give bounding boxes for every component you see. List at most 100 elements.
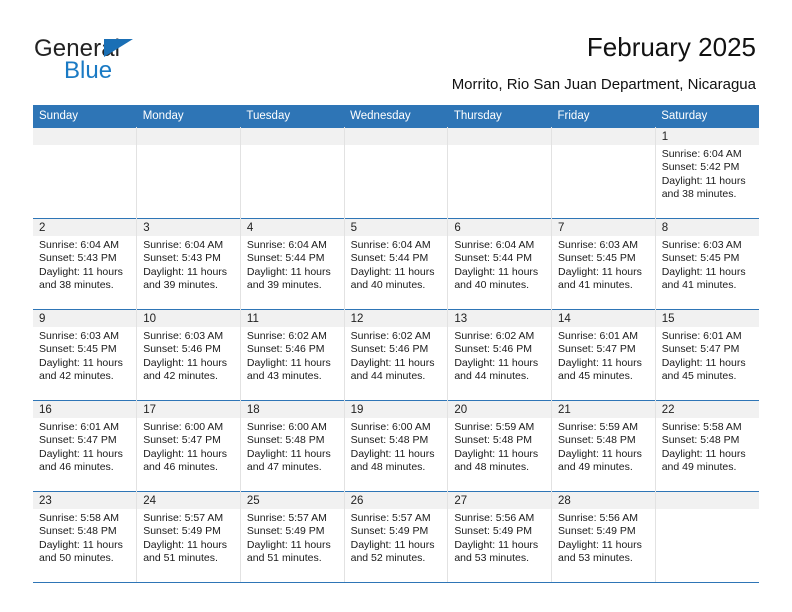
sunset-text: Sunset: 5:45 PM: [661, 252, 740, 265]
weekday-header-saturday: Saturday: [655, 105, 759, 128]
calendar-day-cell[interactable]: 20 Sunrise: 5:59 AM Sunset: 5:48 PM Dayligh…: [447, 400, 553, 492]
calendar-day-cell[interactable]: 15 Sunrise: 6:01 AM Sunset: 5:47 PM Dayligh…: [655, 309, 759, 401]
day-number: 6: [448, 219, 552, 236]
calendar-day-cell[interactable]: 23 Sunrise: 5:58 AM Sunset: 5:48 PM Dayligh…: [33, 491, 138, 583]
day-sun-info: Sunrise: 5:59 AM Sunset: 5:48 PM Daylight:…: [448, 418, 551, 475]
calendar-day-cell[interactable]: 2 Sunrise: 6:04 AM Sunset: 5:43 PM Daylight…: [33, 218, 138, 310]
day-number: 20: [448, 401, 552, 418]
weekday-header-sunday: Sunday: [33, 105, 137, 128]
day-number: 25: [240, 492, 344, 509]
day-sun-info: Sunrise: 6:03 AM Sunset: 5:46 PM Daylight:…: [137, 327, 240, 384]
day-sun-info: Sunrise: 6:04 AM Sunset: 5:43 PM Daylight:…: [137, 236, 240, 293]
day-number: 17: [137, 401, 240, 418]
calendar-day-cell[interactable]: 27 Sunrise: 5:56 AM Sunset: 5:49 PM Dayligh…: [447, 491, 553, 583]
calendar-day-cell[interactable]: 11 Sunrise: 6:02 AM Sunset: 5:46 PM Dayligh…: [240, 309, 345, 401]
day-sun-info: Sunrise: 6:03 AM Sunset: 5:45 PM Daylight:…: [552, 236, 655, 293]
calendar-day-cell[interactable]: 1 Sunrise: 6:04 AM Sunset: 5:42 PM Daylight…: [655, 127, 759, 219]
day-number: 12: [344, 310, 448, 327]
sunrise-text: Sunrise: 6:00 AM: [246, 421, 327, 433]
daylight-text: Daylight: 11 hours and 40 minutes.: [350, 265, 435, 292]
sunrise-text: Sunrise: 6:01 AM: [39, 421, 119, 433]
calendar-day-cell[interactable]: 21 Sunrise: 5:59 AM Sunset: 5:48 PM Dayligh…: [551, 400, 656, 492]
sunrise-text: Sunrise: 5:57 AM: [246, 512, 327, 524]
day-sun-info: Sunrise: 6:00 AM Sunset: 5:48 PM Daylight:…: [345, 418, 448, 475]
day-number: 4: [240, 219, 344, 236]
calendar-day-cell[interactable]: 25 Sunrise: 5:57 AM Sunset: 5:49 PM Dayligh…: [240, 491, 345, 583]
day-sun-info: Sunrise: 5:59 AM Sunset: 5:48 PM Daylight:…: [552, 418, 655, 475]
calendar-day-cell-empty: [33, 127, 138, 219]
calendar-day-cell[interactable]: 18 Sunrise: 6:00 AM Sunset: 5:48 PM Dayligh…: [240, 400, 345, 492]
sunset-text: Sunset: 5:48 PM: [661, 434, 740, 447]
sunset-text: Sunset: 5:46 PM: [246, 343, 325, 356]
daylight-text: Daylight: 11 hours and 39 minutes.: [143, 265, 228, 292]
calendar-day-cell[interactable]: 26 Sunrise: 5:57 AM Sunset: 5:49 PM Dayligh…: [344, 491, 449, 583]
day-sun-info: Sunrise: 5:56 AM Sunset: 5:49 PM Daylight:…: [552, 509, 655, 566]
sunrise-text: Sunrise: 5:59 AM: [558, 421, 638, 433]
sunrise-text: Sunrise: 6:04 AM: [661, 148, 742, 160]
calendar-day-cell-empty: [655, 491, 759, 583]
day-number: 10: [137, 310, 240, 327]
sunset-text: Sunset: 5:46 PM: [350, 343, 429, 356]
sunset-text: Sunset: 5:49 PM: [558, 525, 636, 538]
calendar-week-row: 2 Sunrise: 6:04 AM Sunset: 5:43 PM Daylight…: [33, 218, 759, 310]
calendar-page: General Blue February 2025 Morrito, Rio …: [0, 0, 792, 612]
calendar-day-cell[interactable]: 22 Sunrise: 5:58 AM Sunset: 5:48 PM Dayligh…: [655, 400, 759, 492]
day-sun-info: Sunrise: 6:03 AM Sunset: 5:45 PM Daylight:…: [656, 236, 759, 293]
calendar-week-row: 23 Sunrise: 5:58 AM Sunset: 5:48 PM Dayligh…: [33, 491, 759, 583]
calendar-day-cell[interactable]: 17 Sunrise: 6:00 AM Sunset: 5:47 PM Dayligh…: [136, 400, 241, 492]
daylight-text: Daylight: 11 hours and 42 minutes.: [143, 356, 228, 383]
daylight-text: Daylight: 11 hours and 45 minutes.: [661, 356, 746, 383]
calendar-day-cell[interactable]: 14 Sunrise: 6:01 AM Sunset: 5:47 PM Dayligh…: [551, 309, 656, 401]
calendar-day-cell[interactable]: 3 Sunrise: 6:04 AM Sunset: 5:43 PM Daylight…: [136, 218, 241, 310]
sunset-text: Sunset: 5:48 PM: [350, 434, 429, 447]
day-number: 2: [33, 219, 137, 236]
weekday-header-wednesday: Wednesday: [344, 105, 448, 128]
sunset-text: Sunset: 5:49 PM: [350, 525, 429, 538]
calendar-day-cell[interactable]: 19 Sunrise: 6:00 AM Sunset: 5:48 PM Dayligh…: [344, 400, 449, 492]
calendar-day-cell[interactable]: 24 Sunrise: 5:57 AM Sunset: 5:49 PM Dayligh…: [136, 491, 241, 583]
daylight-text: Daylight: 11 hours and 49 minutes.: [661, 447, 746, 474]
day-number: 22: [655, 401, 759, 418]
sunrise-text: Sunrise: 6:02 AM: [350, 330, 431, 342]
day-sun-info: Sunrise: 6:03 AM Sunset: 5:45 PM Daylight:…: [33, 327, 136, 384]
sunrise-text: Sunrise: 5:56 AM: [558, 512, 638, 524]
calendar-day-cell[interactable]: 4 Sunrise: 6:04 AM Sunset: 5:44 PM Daylight…: [240, 218, 345, 310]
general-blue-logo[interactable]: General Blue: [34, 36, 294, 92]
calendar-day-cell[interactable]: 12 Sunrise: 6:02 AM Sunset: 5:46 PM Dayligh…: [344, 309, 449, 401]
daylight-text: Daylight: 11 hours and 53 minutes.: [454, 538, 539, 565]
day-number: [655, 492, 759, 509]
calendar-day-cell[interactable]: 7 Sunrise: 6:03 AM Sunset: 5:45 PM Daylight…: [551, 218, 656, 310]
sunrise-text: Sunrise: 6:04 AM: [39, 239, 119, 251]
calendar-table: Sunday Monday Tuesday Wednesday Thursday…: [33, 105, 759, 583]
calendar-day-cell[interactable]: 5 Sunrise: 6:04 AM Sunset: 5:44 PM Daylight…: [344, 218, 449, 310]
sunset-text: Sunset: 5:44 PM: [246, 252, 325, 265]
calendar-day-cell[interactable]: 8 Sunrise: 6:03 AM Sunset: 5:45 PM Daylight…: [655, 218, 759, 310]
sunrise-text: Sunrise: 6:03 AM: [661, 239, 742, 251]
calendar-day-cell[interactable]: 10 Sunrise: 6:03 AM Sunset: 5:46 PM Dayligh…: [136, 309, 241, 401]
day-number: [33, 128, 137, 145]
daylight-text: Daylight: 11 hours and 47 minutes.: [246, 447, 331, 474]
daylight-text: Daylight: 11 hours and 41 minutes.: [661, 265, 746, 292]
sunset-text: Sunset: 5:47 PM: [143, 434, 221, 447]
calendar-body: 1 Sunrise: 6:04 AM Sunset: 5:42 PM Daylight…: [33, 127, 759, 583]
day-sun-info: Sunrise: 5:58 AM Sunset: 5:48 PM Daylight:…: [33, 509, 136, 566]
daylight-text: Daylight: 11 hours and 38 minutes.: [661, 174, 746, 201]
sunset-text: Sunset: 5:44 PM: [454, 252, 532, 265]
calendar-day-cell[interactable]: 16 Sunrise: 6:01 AM Sunset: 5:47 PM Dayligh…: [33, 400, 138, 492]
day-sun-info: Sunrise: 5:57 AM Sunset: 5:49 PM Daylight:…: [137, 509, 240, 566]
day-sun-info: Sunrise: 6:04 AM Sunset: 5:44 PM Daylight:…: [448, 236, 551, 293]
calendar-week-row: 16 Sunrise: 6:01 AM Sunset: 5:47 PM Dayligh…: [33, 400, 759, 492]
day-number: 13: [448, 310, 552, 327]
day-sun-info: Sunrise: 6:04 AM Sunset: 5:43 PM Daylight:…: [33, 236, 136, 293]
calendar-day-cell[interactable]: 9 Sunrise: 6:03 AM Sunset: 5:45 PM Daylight…: [33, 309, 138, 401]
daylight-text: Daylight: 11 hours and 44 minutes.: [350, 356, 435, 383]
calendar-week-row: 9 Sunrise: 6:03 AM Sunset: 5:45 PM Daylight…: [33, 309, 759, 401]
day-sun-info: Sunrise: 6:01 AM Sunset: 5:47 PM Daylight:…: [656, 327, 759, 384]
calendar-day-cell[interactable]: 13 Sunrise: 6:02 AM Sunset: 5:46 PM Dayligh…: [447, 309, 553, 401]
calendar-day-cell[interactable]: 6 Sunrise: 6:04 AM Sunset: 5:44 PM Daylight…: [447, 218, 553, 310]
sunrise-text: Sunrise: 6:04 AM: [454, 239, 535, 251]
calendar-day-cell-empty: [240, 127, 345, 219]
sunset-text: Sunset: 5:49 PM: [246, 525, 325, 538]
day-number: [344, 128, 448, 145]
calendar-day-cell[interactable]: 28 Sunrise: 5:56 AM Sunset: 5:49 PM Dayligh…: [551, 491, 656, 583]
